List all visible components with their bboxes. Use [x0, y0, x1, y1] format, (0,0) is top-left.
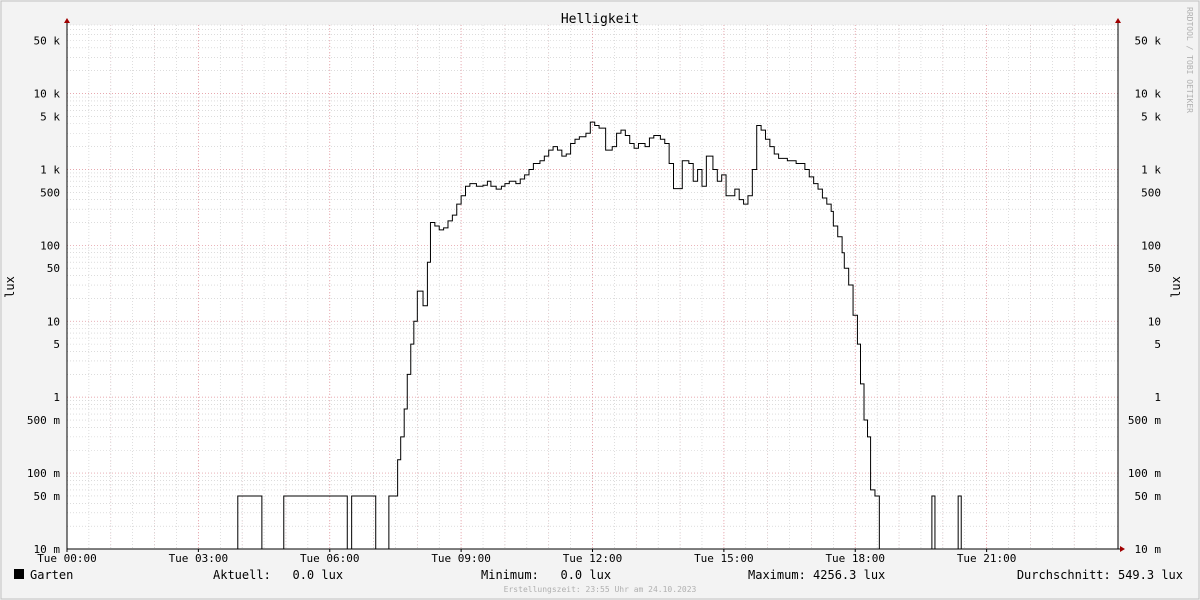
y-tick-label-left: 100: [40, 239, 60, 252]
y-tick-label-right: 500 m: [1128, 414, 1161, 427]
y-tick-label-left: 500: [40, 186, 60, 199]
y-tick-label-right: 5 k: [1141, 110, 1161, 123]
x-tick-label: Tue 15:00: [694, 552, 754, 565]
y-tick-label-right: 10 m: [1135, 543, 1162, 556]
y-tick-label-right: 100 m: [1128, 467, 1161, 480]
y-axis-label-left: lux: [3, 276, 17, 298]
y-tick-label-right: 1: [1154, 391, 1161, 404]
x-tick-label: Tue 03:00: [169, 552, 229, 565]
rrd-graph-page: 50 k 10 k 5 k 1 k 500 100 50 10 5 1 500 m 100 m 50 m…: [0, 0, 1200, 600]
y-tick-label-right: 10: [1148, 315, 1161, 328]
legend-swatch-garten: [14, 569, 24, 579]
legend-aktuell: Aktuell: 0.0 lux: [213, 568, 343, 582]
y-tick-label-right: 100: [1141, 239, 1161, 252]
y-tick-label-left: 1: [53, 391, 60, 404]
y-tick-label-left: 1 k: [40, 163, 60, 176]
x-tick-label: Tue 21:00: [957, 552, 1017, 565]
y-tick-label-left: 5: [53, 338, 60, 351]
y-tick-label-right: 10 k: [1135, 88, 1162, 101]
watermark: RRDTOOL / TOBI OETIKER: [1185, 7, 1194, 113]
y-tick-label-right: 50 k: [1135, 34, 1162, 47]
chart-title: Helligkeit: [561, 12, 639, 27]
y-tick-label-right: 5: [1154, 338, 1161, 351]
x-tick-label: Tue 06:00: [300, 552, 360, 565]
x-tick-label: Tue 09:00: [431, 552, 491, 565]
y-tick-label-left: 10 k: [34, 88, 61, 101]
footer-timestamp: Erstellungszeit: 23:55 Uhr am 24.10.2023: [504, 585, 697, 594]
y-tick-label-left: 50: [47, 262, 60, 275]
x-tick-label: Tue 18:00: [825, 552, 885, 565]
legend-series-name: Garten: [30, 568, 73, 582]
y-tick-label-left: 50 k: [34, 34, 61, 47]
y-tick-label-right: 500: [1141, 186, 1161, 199]
y-tick-label-left: 50 m: [34, 490, 61, 503]
y-tick-label-right: 50 m: [1135, 490, 1162, 503]
y-tick-label-right: 1 k: [1141, 163, 1161, 176]
brightness-chart: 50 k 10 k 5 k 1 k 500 100 50 10 5 1 500 m 100 m 50 m…: [0, 0, 1200, 600]
legend-durchschnitt: Durchschnitt: 549.3 lux: [1017, 568, 1183, 582]
y-tick-label-right: 50: [1148, 262, 1161, 275]
legend-maximum: Maximum: 4256.3 lux: [748, 568, 885, 582]
x-tick-label: Tue 00:00: [37, 552, 97, 565]
y-tick-label-left: 500 m: [27, 414, 60, 427]
x-tick-label: Tue 12:00: [563, 552, 623, 565]
y-tick-label-left: 100 m: [27, 467, 60, 480]
y-tick-label-left: 10: [47, 315, 60, 328]
legend-minimum: Minimum: 0.0 lux: [481, 568, 611, 582]
y-tick-label-left: 5 k: [40, 110, 60, 123]
y-axis-label-right: lux: [1169, 276, 1183, 298]
